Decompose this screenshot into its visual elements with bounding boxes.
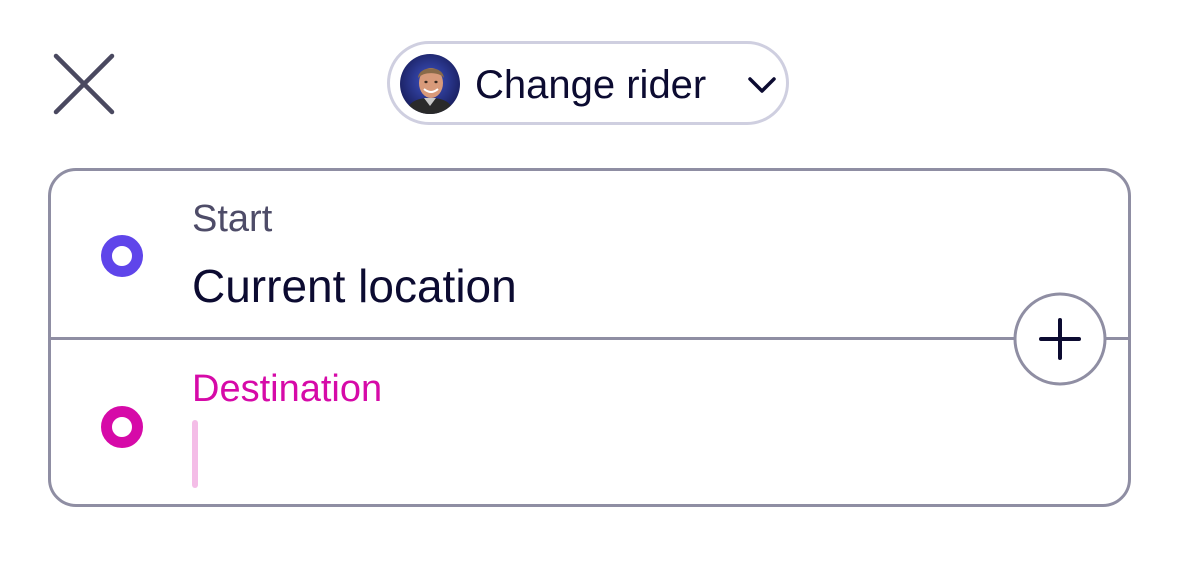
text-cursor bbox=[192, 420, 198, 488]
change-rider-button[interactable]: Change rider bbox=[387, 41, 789, 125]
route-card: Start Current location Destination bbox=[48, 168, 1131, 507]
start-label: Start bbox=[192, 198, 273, 240]
start-dot-icon bbox=[101, 235, 143, 277]
destination-input[interactable] bbox=[192, 417, 1012, 491]
avatar bbox=[400, 54, 460, 114]
close-icon bbox=[53, 53, 115, 115]
change-rider-label: Change rider bbox=[475, 63, 707, 107]
plus-icon bbox=[1013, 292, 1107, 386]
divider bbox=[51, 337, 1128, 340]
start-location-field[interactable]: Current location bbox=[192, 259, 517, 313]
close-button[interactable] bbox=[52, 52, 116, 116]
destination-dot-icon bbox=[101, 406, 143, 448]
destination-label: Destination bbox=[192, 368, 383, 410]
chevron-down-icon bbox=[746, 74, 778, 96]
add-stop-button[interactable] bbox=[1013, 292, 1107, 386]
